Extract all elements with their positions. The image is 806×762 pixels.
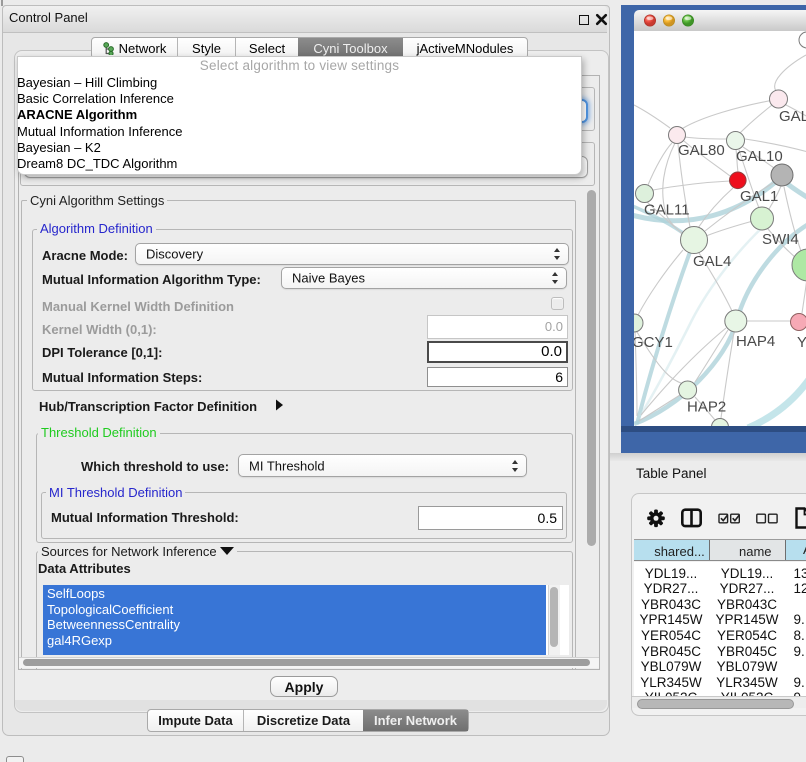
- svg-text:GAL4: GAL4: [693, 253, 731, 270]
- svg-text:HAP2: HAP2: [687, 399, 726, 416]
- svg-text:GAL7: GAL7: [779, 108, 806, 125]
- svg-text:GAL80: GAL80: [678, 142, 725, 159]
- svg-text:YP: YP: [797, 334, 806, 351]
- svg-text:GCY1: GCY1: [634, 334, 673, 351]
- svg-text:SWI4: SWI4: [762, 231, 799, 248]
- svg-text:HAP4: HAP4: [736, 333, 775, 350]
- svg-text:GAL1: GAL1: [740, 188, 778, 205]
- svg-text:GAL11: GAL11: [644, 202, 690, 219]
- svg-text:GAL10: GAL10: [736, 148, 783, 165]
